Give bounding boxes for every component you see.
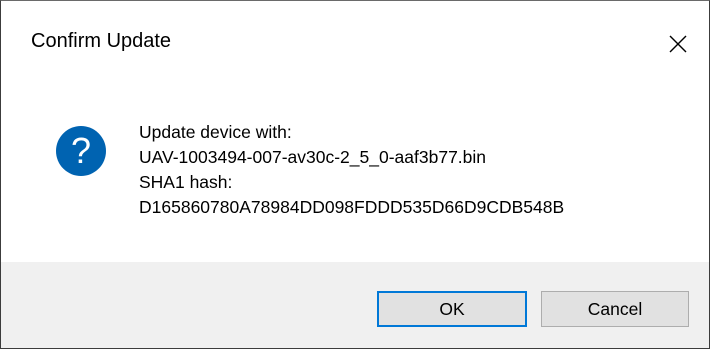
message-line: SHA1 hash: [139, 172, 233, 192]
ok-button[interactable]: OK [377, 291, 527, 327]
message-text: Update device with: UAV-1003494-007-av30… [139, 120, 564, 220]
button-bar: OK Cancel [1, 262, 709, 348]
message-line: UAV-1003494-007-av30c-2_5_0-aaf3b77.bin [139, 147, 487, 167]
message-line: D165860780A78984DD098FDDD535D66D9CDB548B [139, 197, 565, 217]
dialog-title: Confirm Update [31, 30, 172, 52]
close-icon [669, 35, 687, 53]
question-icon: ? [56, 126, 106, 176]
svg-text:?: ? [71, 130, 91, 171]
close-button[interactable] [647, 1, 709, 87]
cancel-button[interactable]: Cancel [541, 291, 689, 327]
dialog-content: ? Update device with: UAV-1003494-007-av… [1, 87, 709, 262]
message-line: Update device with: [139, 122, 292, 142]
title-bar: Confirm Update [1, 1, 709, 87]
confirm-update-dialog: Confirm Update ? Update device with: UAV… [0, 0, 710, 349]
